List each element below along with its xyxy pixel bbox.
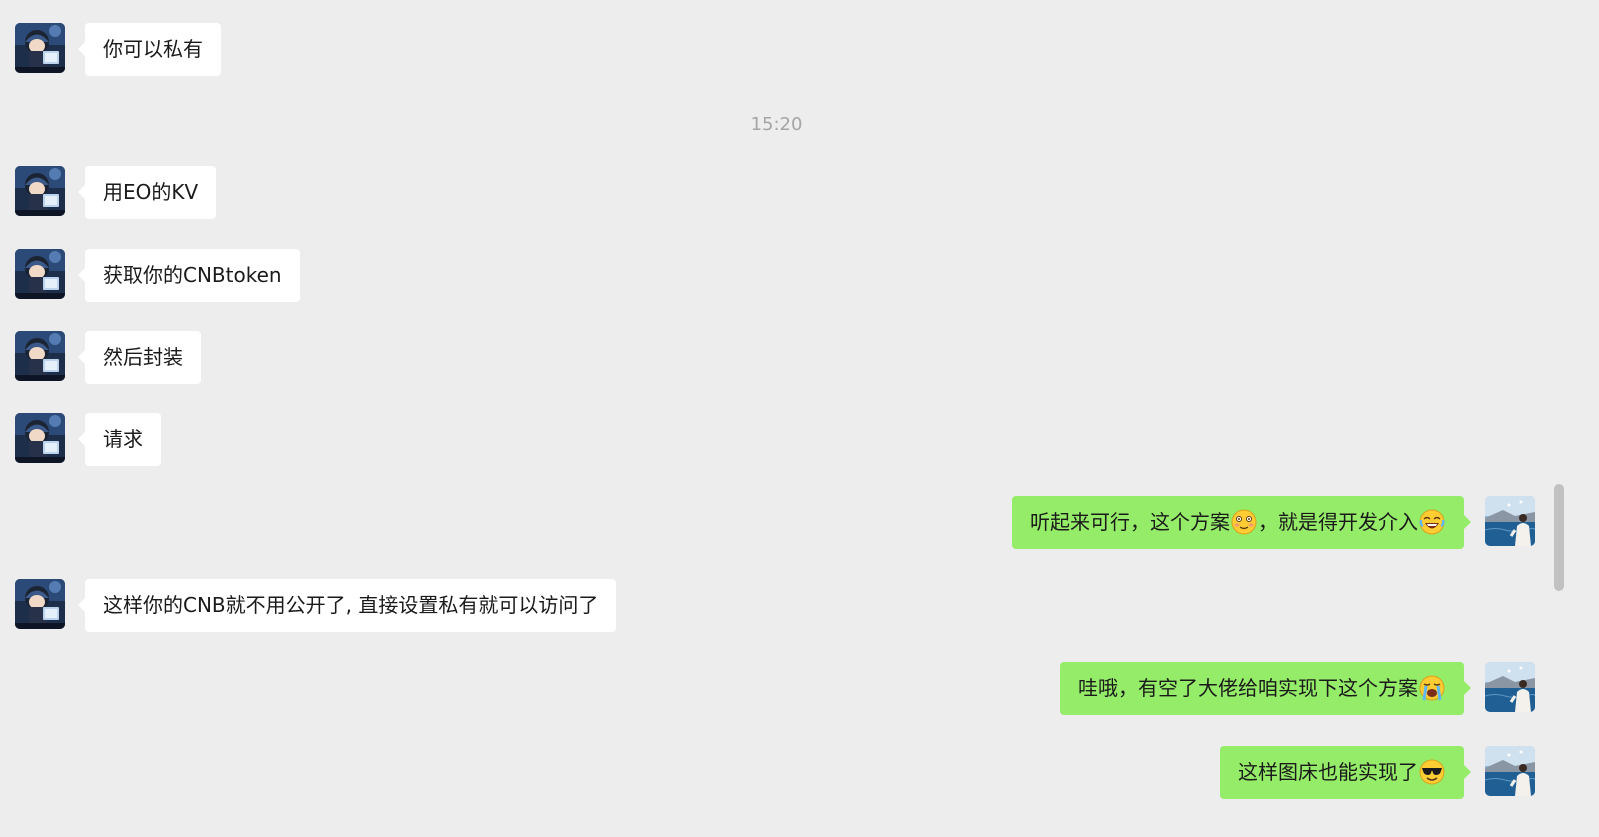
incoming-message-bubble[interactable]: 请求 bbox=[78, 413, 161, 466]
message-row: 获取你的CNBtoken bbox=[0, 249, 1599, 305]
message-row: 听起来可行，这个方案 ，就是得开发介入 bbox=[0, 496, 1599, 552]
contact-avatar[interactable] bbox=[15, 413, 65, 463]
scrollbar-thumb[interactable] bbox=[1554, 484, 1564, 591]
message-timestamp: 15:20 bbox=[750, 114, 803, 135]
message-text: 你可以私有 bbox=[103, 37, 203, 61]
flushed-smile-emoji bbox=[1231, 509, 1257, 534]
contact-avatar[interactable] bbox=[15, 23, 65, 73]
self-avatar[interactable] bbox=[1485, 496, 1535, 546]
incoming-message-bubble[interactable]: 你可以私有 bbox=[78, 23, 221, 76]
message-text: ，就是得开发介入 bbox=[1258, 510, 1418, 534]
joy-emoji bbox=[1419, 509, 1445, 534]
chat-scrollbar[interactable] bbox=[1554, 484, 1564, 591]
message-row: 这样图床也能实现了 bbox=[0, 746, 1599, 802]
incoming-message-bubble[interactable]: 用EO的KV bbox=[77, 166, 217, 219]
self-avatar[interactable] bbox=[1485, 746, 1535, 796]
message-row: 请求 bbox=[0, 413, 1599, 469]
sunglasses-emoji bbox=[1419, 759, 1445, 784]
contact-avatar[interactable] bbox=[15, 166, 65, 216]
loudly-crying-emoji bbox=[1419, 675, 1445, 700]
incoming-message-bubble[interactable]: 这样你的CNB就不用公开了, 直接设置私有就可以访问了 bbox=[77, 579, 617, 632]
message-text: 这样图床也能实现了 bbox=[1238, 760, 1418, 784]
message-row: 然后封装 bbox=[0, 331, 1599, 387]
incoming-message-bubble[interactable]: 获取你的CNBtoken bbox=[78, 249, 300, 302]
self-avatar[interactable] bbox=[1485, 662, 1535, 712]
message-row: 哇哦，有空了大佬给咱实现下这个方案 bbox=[0, 662, 1599, 718]
message-text: 听起来可行，这个方案 bbox=[1030, 510, 1230, 534]
message-row: 用EO的KV bbox=[0, 166, 1599, 222]
message-text: 然后封装 bbox=[103, 345, 183, 369]
message-text: 用EO的KV bbox=[103, 180, 199, 204]
contact-avatar[interactable] bbox=[15, 579, 65, 629]
outgoing-message-bubble[interactable]: 哇哦，有空了大佬给咱实现下这个方案 bbox=[1060, 662, 1471, 715]
contact-avatar[interactable] bbox=[15, 331, 65, 381]
message-row: 你可以私有 bbox=[0, 23, 1599, 79]
outgoing-message-bubble[interactable]: 听起来可行，这个方案 ，就是得开发介入 bbox=[1012, 496, 1471, 549]
incoming-message-bubble[interactable]: 然后封装 bbox=[78, 331, 201, 384]
message-text: 哇哦，有空了大佬给咱实现下这个方案 bbox=[1078, 676, 1418, 700]
message-row: 这样你的CNB就不用公开了, 直接设置私有就可以访问了 bbox=[0, 579, 1599, 635]
message-text: 这样你的CNB就不用公开了, 直接设置私有就可以访问了 bbox=[103, 593, 599, 617]
contact-avatar[interactable] bbox=[15, 249, 65, 299]
message-text: 请求 bbox=[103, 427, 143, 451]
message-text: 获取你的CNBtoken bbox=[103, 263, 282, 287]
outgoing-message-bubble[interactable]: 这样图床也能实现了 bbox=[1220, 746, 1471, 799]
chat-window: 你可以私有 15:20 用EO的KV 获取你的CNBtoken 然后封装 请求 … bbox=[0, 0, 1599, 837]
